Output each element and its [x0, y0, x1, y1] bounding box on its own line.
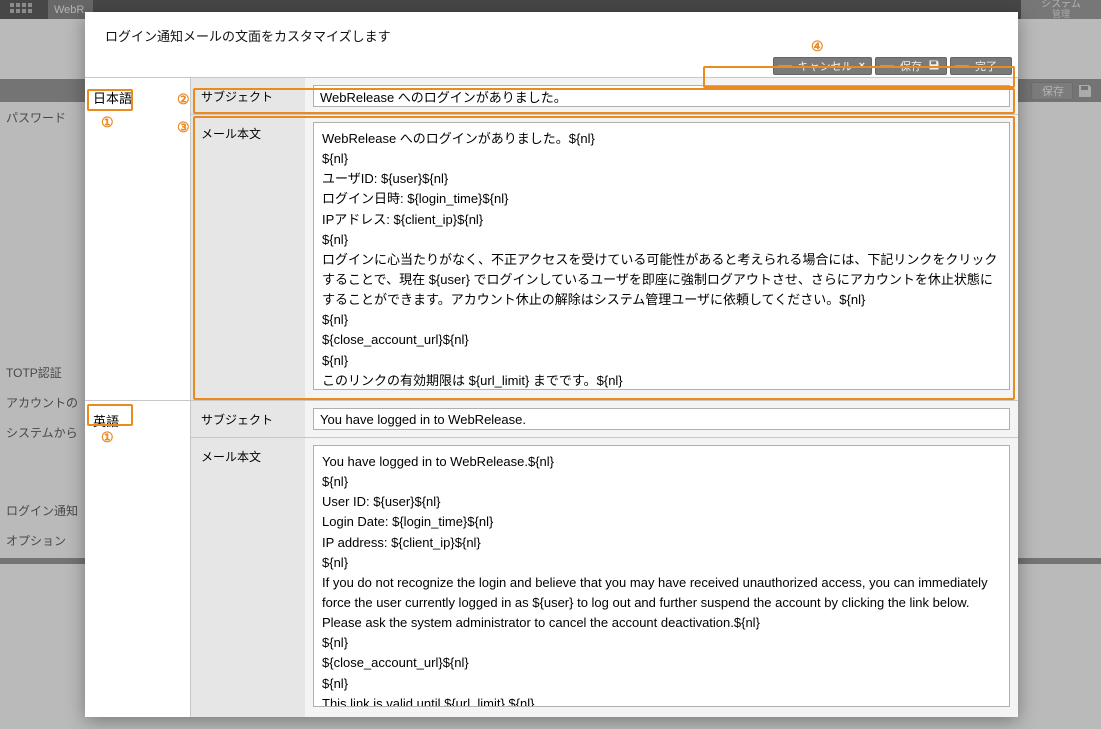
subject-label-ja: サブジェクト — [190, 77, 305, 114]
subject-field-cell-en — [305, 400, 1018, 437]
close-icon: × — [859, 60, 865, 72]
lang-label-en: 英語 — [85, 400, 190, 717]
floppy-icon — [928, 59, 940, 74]
done-label: 完了 — [975, 58, 997, 74]
done-button[interactable]: 完了 — [950, 57, 1012, 75]
lang-block-ja: 日本語 サブジェクト メール本文 — [85, 77, 1018, 400]
body-label-en: メール本文 — [190, 437, 305, 717]
body-textarea-ja[interactable] — [313, 122, 1010, 390]
subject-input-en[interactable] — [313, 408, 1010, 430]
lang-block-en: 英語 サブジェクト メール本文 — [85, 400, 1018, 717]
body-field-cell-ja — [305, 114, 1018, 400]
body-field-cell-en — [305, 437, 1018, 717]
modal-toolbar: キャンセル × 保存 完了 — [85, 55, 1018, 77]
button-dash-icon — [955, 65, 969, 67]
subject-field-cell-ja — [305, 77, 1018, 114]
customize-mail-modal: ログイン通知メールの文面をカスタマイズします キャンセル × 保存 完了 日本語… — [85, 12, 1018, 717]
body-label-ja: メール本文 — [190, 114, 305, 400]
save-label: 保存 — [900, 58, 922, 74]
cancel-button[interactable]: キャンセル × — [773, 57, 872, 75]
button-dash-icon — [880, 65, 894, 67]
modal-title: ログイン通知メールの文面をカスタマイズします — [85, 12, 1018, 55]
lang-label-ja: 日本語 — [85, 77, 190, 400]
subject-input-ja[interactable] — [313, 85, 1010, 107]
save-button[interactable]: 保存 — [875, 57, 947, 75]
button-dash-icon — [778, 65, 792, 67]
cancel-label: キャンセル — [798, 58, 853, 74]
subject-label-en: サブジェクト — [190, 400, 305, 437]
body-textarea-en[interactable] — [313, 445, 1010, 707]
